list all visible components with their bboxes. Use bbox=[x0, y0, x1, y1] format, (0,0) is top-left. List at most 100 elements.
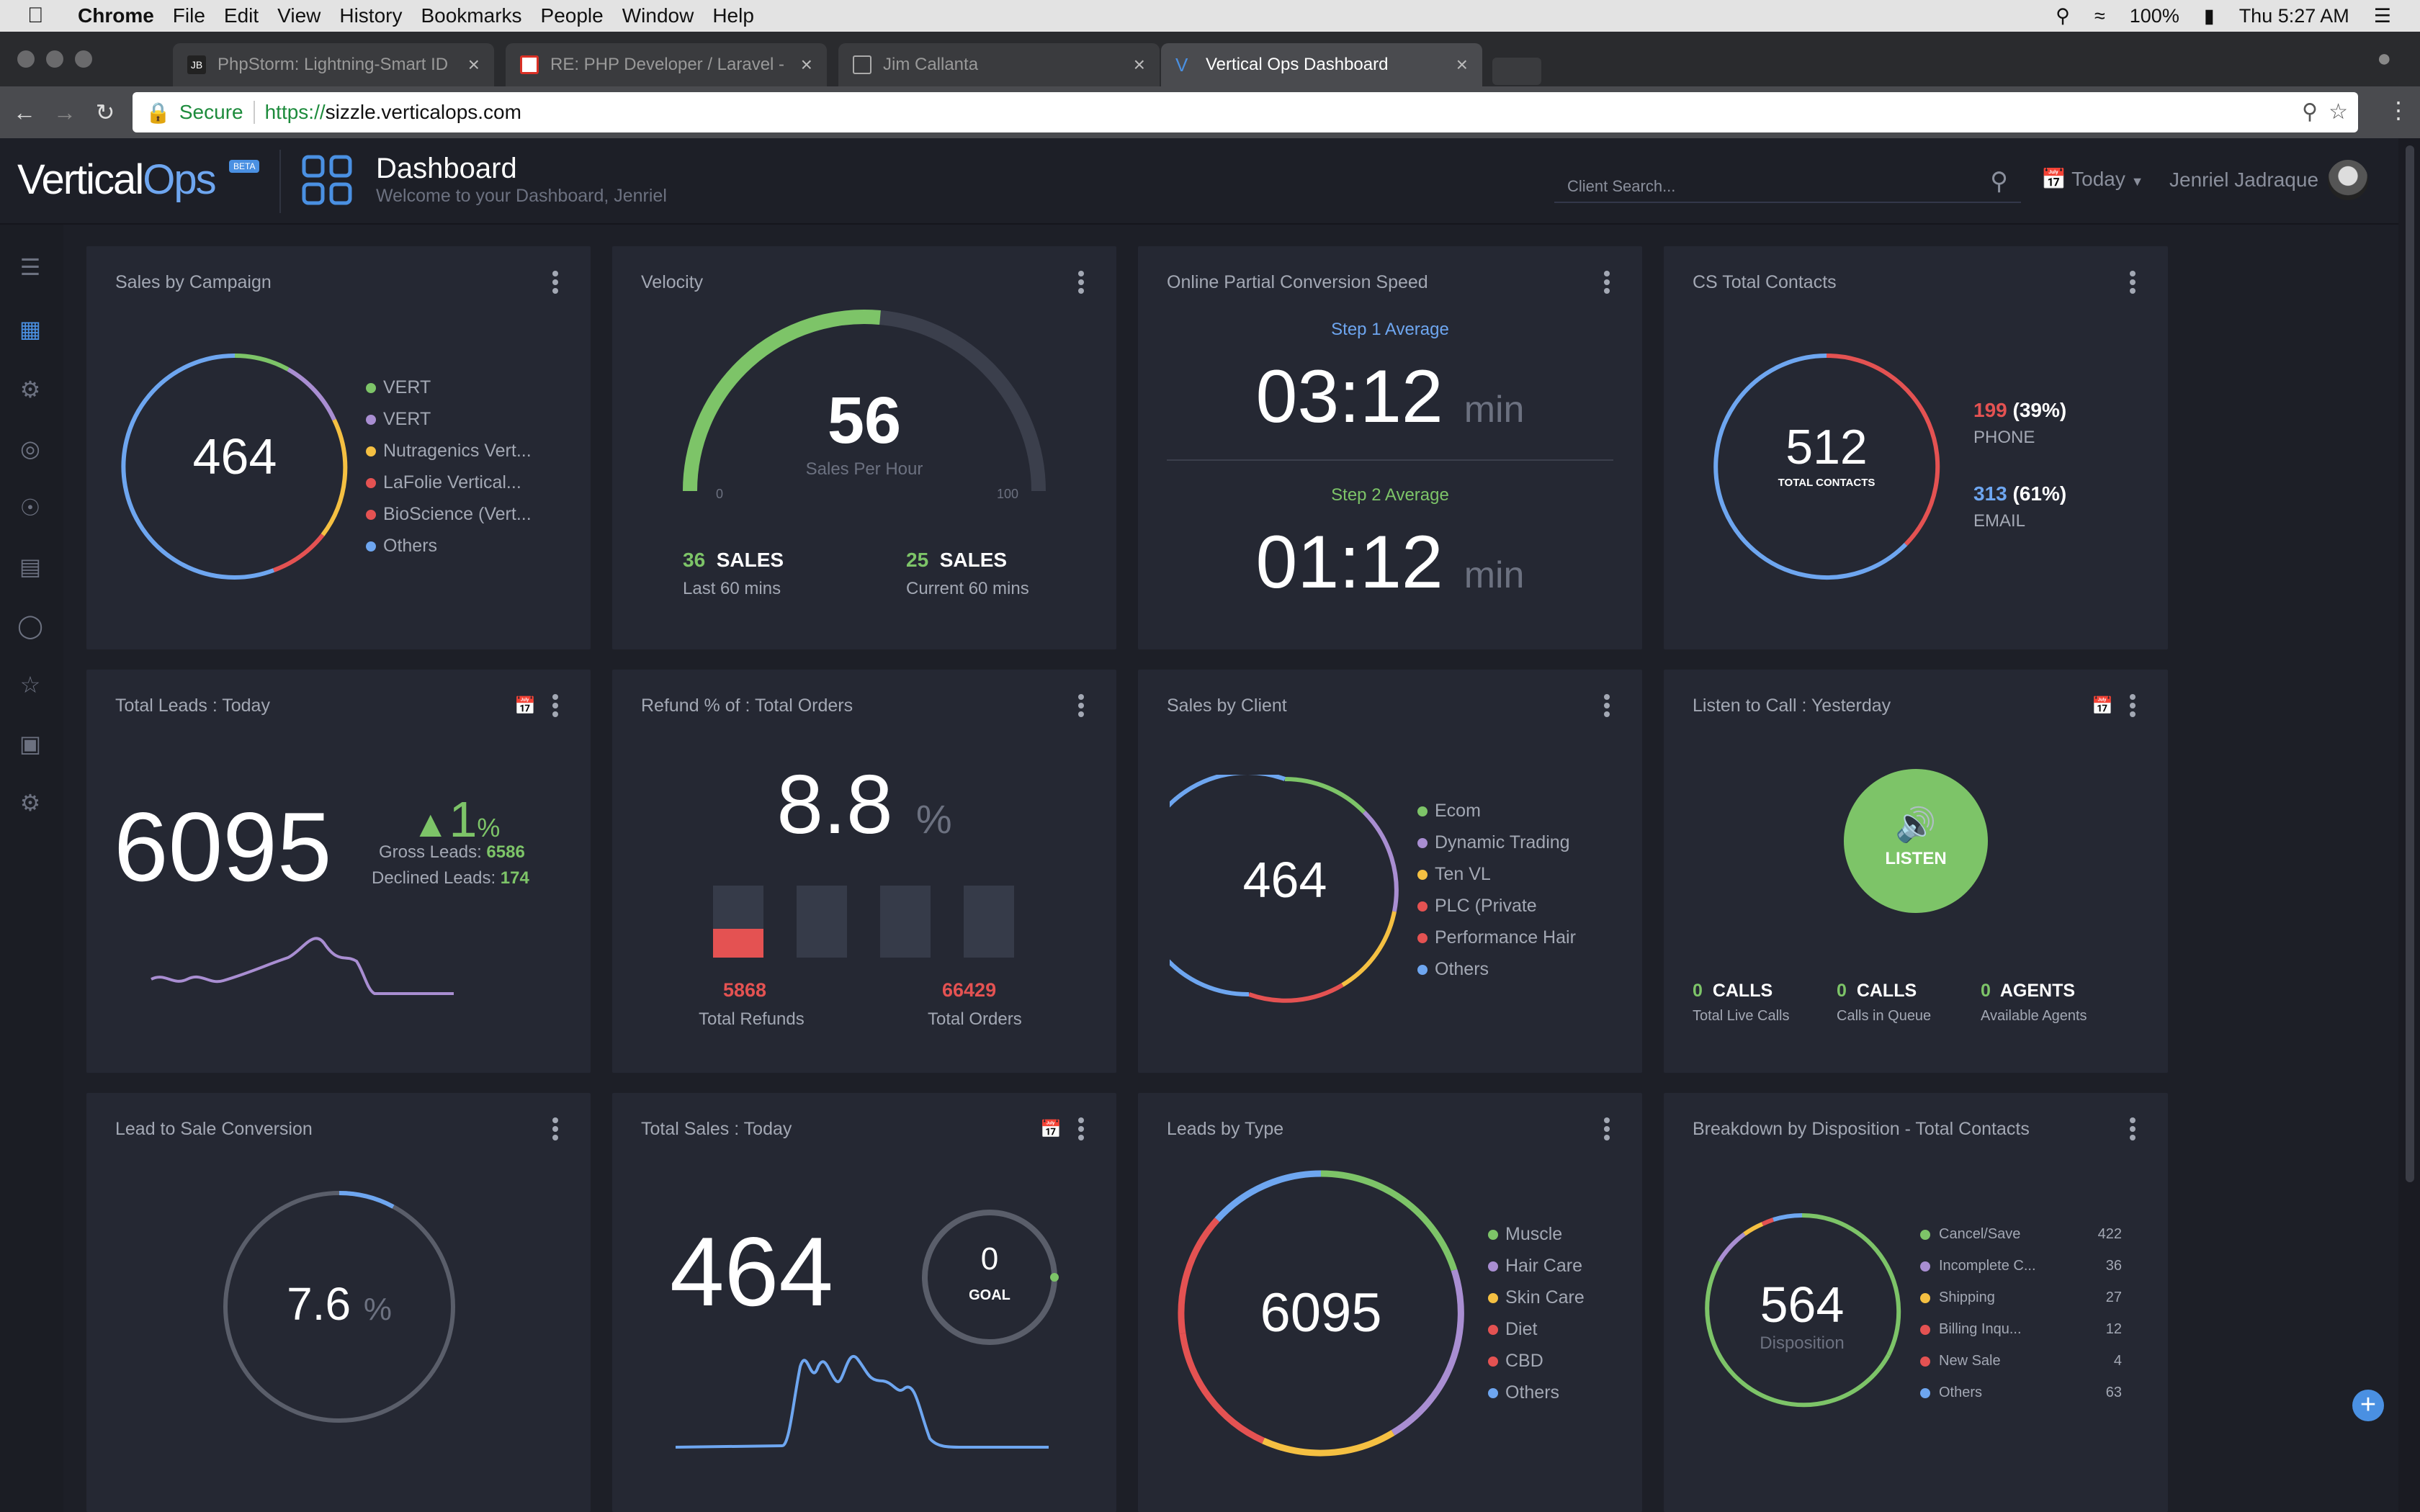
forward-icon[interactable]: → bbox=[45, 99, 85, 126]
menu-window[interactable]: Window bbox=[622, 4, 694, 27]
sidebar-settings-icon[interactable]: ⚙ bbox=[14, 376, 46, 408]
legend-item[interactable]: Diet bbox=[1488, 1313, 1585, 1345]
tab-close-icon[interactable]: × bbox=[1456, 53, 1468, 76]
legend-item[interactable]: Ten VL bbox=[1417, 858, 1576, 890]
scrollbar-thumb[interactable] bbox=[2406, 145, 2414, 1182]
client-search-input[interactable]: Client Search... ⚲ bbox=[1554, 156, 2021, 203]
legend-item[interactable]: New Sale 4 bbox=[1920, 1345, 2122, 1377]
more-options-icon[interactable] bbox=[2129, 271, 2136, 294]
spotlight-icon[interactable]: ⚲ bbox=[2056, 5, 2070, 27]
legend-item[interactable]: VERT bbox=[366, 372, 532, 403]
wifi-icon[interactable]: ≈ bbox=[2094, 5, 2105, 27]
apple-menu-icon[interactable]:  bbox=[27, 4, 56, 28]
notification-center-icon[interactable]: ☰ bbox=[2374, 5, 2391, 27]
search-icon[interactable]: ⚲ bbox=[1990, 167, 2008, 196]
verticalops-logo[interactable]: VerticalOps bbox=[17, 156, 217, 204]
legend-item[interactable]: Others bbox=[1417, 953, 1576, 985]
legend-item[interactable]: Others bbox=[1488, 1377, 1585, 1408]
reload-icon[interactable]: ↻ bbox=[85, 99, 125, 126]
window-minimize-button[interactable] bbox=[46, 50, 63, 68]
legend-item[interactable]: Performance Hair bbox=[1417, 922, 1576, 953]
legend-item[interactable]: Others bbox=[366, 530, 532, 562]
profile-icon[interactable]: ● bbox=[2377, 45, 2392, 73]
more-options-icon[interactable] bbox=[1603, 1117, 1610, 1140]
more-options-icon[interactable] bbox=[1603, 271, 1610, 294]
legend-item[interactable]: PLC (Private bbox=[1417, 890, 1576, 922]
speaker-icon: 🔊 bbox=[1895, 806, 1937, 843]
sidebar-team-icon[interactable]: ☉ bbox=[14, 494, 46, 526]
more-options-icon[interactable] bbox=[1603, 694, 1610, 717]
more-options-icon[interactable] bbox=[2129, 694, 2136, 717]
step1-time: 03:12 min bbox=[1255, 355, 1525, 438]
sidebar-gauge-icon[interactable]: ◎ bbox=[14, 435, 46, 467]
legend-item[interactable]: VERT bbox=[366, 403, 532, 435]
current-60-sales: 25 SALES bbox=[906, 549, 1008, 571]
legend-item[interactable]: Hair Care bbox=[1488, 1250, 1585, 1282]
tab-gmail[interactable]: RE: PHP Developer / Laravel - × bbox=[506, 43, 827, 86]
legend-item[interactable]: Others 63 bbox=[1920, 1377, 2122, 1408]
sidebar-billing-icon[interactable]: ▣ bbox=[14, 730, 46, 762]
bookmark-star-icon[interactable]: ☆ bbox=[2329, 99, 2348, 125]
tab-close-icon[interactable]: × bbox=[1134, 53, 1145, 76]
menu-view[interactable]: View bbox=[277, 4, 321, 27]
listen-button[interactable]: 🔊 LISTEN bbox=[1844, 769, 1988, 913]
page-scrollbar[interactable] bbox=[2398, 138, 2420, 1512]
menu-help[interactable]: Help bbox=[712, 4, 754, 27]
chrome-menu-icon[interactable]: ⋮ bbox=[2387, 96, 2410, 124]
tab-vertical-ops[interactable]: V Vertical Ops Dashboard × bbox=[1161, 43, 1482, 86]
legend-item[interactable]: LaFolie Vertical... bbox=[366, 467, 532, 498]
window-close-button[interactable] bbox=[17, 50, 35, 68]
sidebar-dashboard-icon[interactable]: ▦ bbox=[14, 315, 46, 347]
window-zoom-button[interactable] bbox=[75, 50, 92, 68]
legend-item[interactable]: BioScience (Vert... bbox=[366, 498, 532, 530]
clock[interactable]: Thu 5:27 AM bbox=[2239, 5, 2349, 27]
tab-close-icon[interactable]: × bbox=[801, 53, 812, 76]
new-tab-button[interactable] bbox=[1492, 58, 1541, 85]
legend-item[interactable]: Muscle bbox=[1488, 1218, 1585, 1250]
sidebar-users-icon[interactable]: ☆ bbox=[14, 671, 46, 703]
more-options-icon[interactable] bbox=[552, 1117, 559, 1140]
more-options-icon[interactable] bbox=[1077, 271, 1085, 294]
legend-item[interactable]: Cancel/Save 422 bbox=[1920, 1218, 2122, 1250]
menu-people[interactable]: People bbox=[541, 4, 604, 27]
calendar-icon[interactable]: 📅 bbox=[1040, 1119, 1062, 1140]
legend-item[interactable]: Skin Care bbox=[1488, 1282, 1585, 1313]
legend-item[interactable]: Ecom bbox=[1417, 795, 1576, 827]
more-options-icon[interactable] bbox=[1077, 694, 1085, 717]
more-options-icon[interactable] bbox=[1077, 1117, 1085, 1140]
menu-bookmarks[interactable]: Bookmarks bbox=[421, 4, 521, 27]
tab-jim-callanta[interactable]: Jim Callanta × bbox=[838, 43, 1160, 86]
menu-app[interactable]: Chrome bbox=[78, 4, 154, 27]
battery-status[interactable]: 100% bbox=[2130, 5, 2179, 27]
more-options-icon[interactable] bbox=[552, 694, 559, 717]
tab-phpstorm[interactable]: JB PhpStorm: Lightning-Smart ID × bbox=[173, 43, 494, 86]
date-filter-dropdown[interactable]: 📅 Today ▼ bbox=[2041, 167, 2143, 191]
sidebar-reports-icon[interactable]: ▤ bbox=[14, 553, 46, 585]
address-bar[interactable]: 🔒 Secure https:// sizzle.verticalops.com… bbox=[133, 92, 2358, 132]
back-icon[interactable]: ← bbox=[4, 99, 45, 126]
legend-item[interactable]: Incomplete C... 36 bbox=[1920, 1250, 2122, 1282]
more-options-icon[interactable] bbox=[552, 271, 559, 294]
user-name[interactable]: Jenriel Jadraque bbox=[2169, 168, 2318, 192]
calendar-icon[interactable]: 📅 bbox=[514, 696, 536, 716]
legend-item[interactable]: Nutragenics Vert... bbox=[366, 435, 532, 467]
goal-value: 0 bbox=[980, 1241, 999, 1277]
menu-history[interactable]: History bbox=[339, 4, 402, 27]
menu-edit[interactable]: Edit bbox=[224, 4, 259, 27]
legend-item[interactable]: Billing Inqu... 12 bbox=[1920, 1313, 2122, 1345]
legend-item[interactable]: Shipping 27 bbox=[1920, 1282, 2122, 1313]
hamburger-menu-icon[interactable]: ☰ bbox=[14, 253, 46, 285]
add-widget-button[interactable]: + bbox=[2352, 1390, 2384, 1421]
calendar-icon[interactable]: 📅 bbox=[2092, 696, 2113, 716]
menu-file[interactable]: File bbox=[173, 4, 205, 27]
more-options-icon[interactable] bbox=[2129, 1117, 2136, 1140]
legend-item[interactable]: Dynamic Trading bbox=[1417, 827, 1576, 858]
sidebar-support-icon[interactable]: ◯ bbox=[14, 612, 46, 644]
avatar[interactable] bbox=[2328, 160, 2368, 200]
key-icon[interactable]: ⚲ bbox=[2302, 99, 2318, 125]
current-60-label: Current 60 mins bbox=[906, 579, 1029, 598]
legend-item[interactable]: CBD bbox=[1488, 1345, 1585, 1377]
sidebar-tools-icon[interactable]: ⚙ bbox=[14, 789, 46, 821]
gauge-max: 100 bbox=[997, 487, 1019, 501]
tab-close-icon[interactable]: × bbox=[468, 53, 480, 76]
